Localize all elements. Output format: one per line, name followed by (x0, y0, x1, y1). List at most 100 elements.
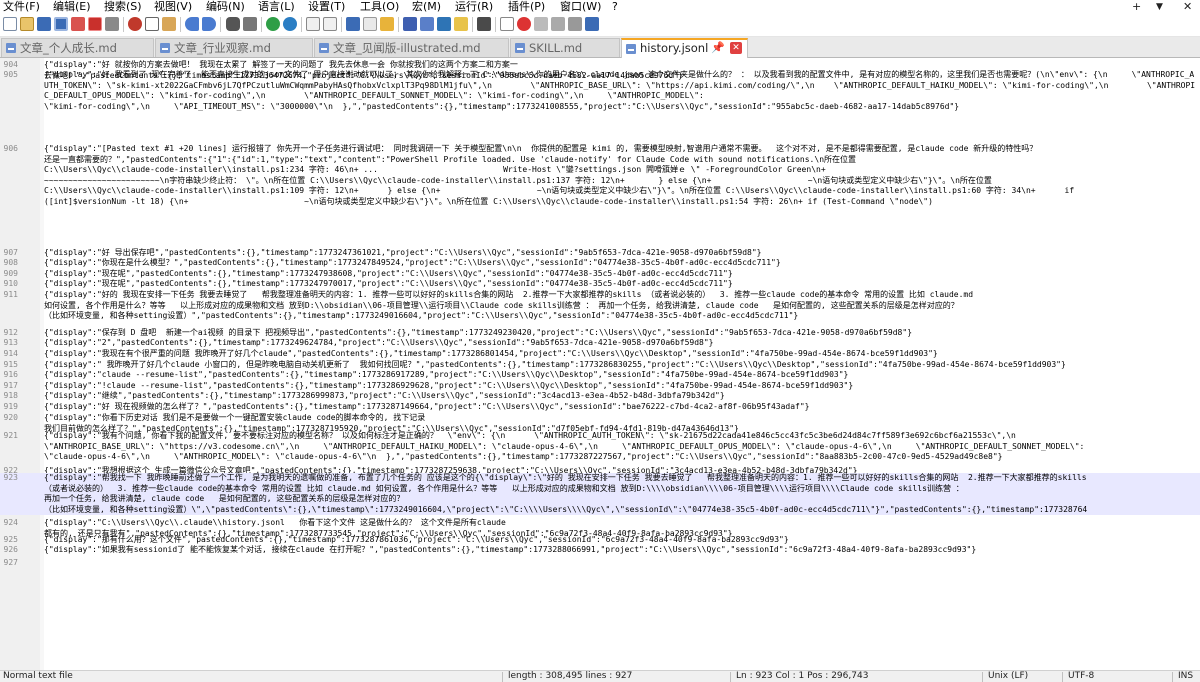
tab-file-4[interactable]: SKILL.md (510, 38, 620, 57)
line-number: 925 (3, 535, 18, 544)
replace-icon[interactable] (243, 17, 257, 31)
copy-icon[interactable] (145, 17, 159, 31)
editor-line[interactable]: 923 {"display":"帮我找一下 我昨晚睡前还做了一个工作, 是为我明天… (0, 473, 1200, 515)
tab-file-2[interactable]: 文章_行业观察.md (155, 38, 313, 57)
menu-plugins[interactable]: 插件(P) (508, 0, 545, 14)
paste-icon[interactable] (162, 17, 176, 31)
line-text: {"display":"好 导出保存吧","pastedContents":{}… (44, 248, 762, 257)
menu-encoding[interactable]: 编码(N) (206, 0, 245, 14)
toolbar-separator (472, 17, 473, 32)
line-number: 912 (3, 328, 18, 337)
open-file-icon[interactable] (20, 17, 34, 31)
editor-area[interactable]: 904 {"display":"好 就按你的方案去做吧！ 我现在太累了 解签了一天… (0, 58, 1200, 670)
line-text (44, 558, 1196, 568)
save-icon[interactable] (585, 17, 599, 31)
line-text: {"display":"帮我找一下 我昨晚睡前还做了一个工作, 是为我明天的遗嘱… (44, 473, 1088, 514)
zoom-out-icon[interactable] (283, 17, 297, 31)
editor-line[interactable]: 907 {"display":"好 导出保存吧","pastedContents"… (0, 248, 1200, 258)
file-icon (160, 43, 170, 53)
cut-icon[interactable] (128, 17, 142, 31)
doc-map-icon[interactable] (420, 17, 434, 31)
sync-v-icon[interactable] (306, 17, 320, 31)
editor-line[interactable]: 919 {"display":"好 现在视频做的怎么样了？","pastedCon… (0, 402, 1200, 412)
editor-line[interactable]: 914 {"display":"我现在有个很严重的问题 我昨晚开了好几个claud… (0, 349, 1200, 359)
pin-icon[interactable]: 📌 (711, 40, 725, 56)
menu-macro[interactable]: 宏(M) (412, 0, 441, 14)
menu-run[interactable]: 运行(R) (455, 0, 493, 14)
toolbar-separator (495, 17, 496, 32)
menu-language[interactable]: 语言(L) (258, 0, 295, 14)
editor-line[interactable]: 926 {"display":"如果我有sessionid了 能不能恢复某个对话,… (0, 545, 1200, 555)
record-macro-icon[interactable] (500, 17, 514, 31)
tab-file-active[interactable]: history.jsonl 📌 ✕ (621, 38, 748, 58)
monitor-icon[interactable] (477, 17, 491, 31)
play-multi-icon[interactable] (551, 17, 565, 31)
add-tab-icon[interactable]: + (1132, 0, 1141, 14)
editor-line[interactable]: 905 {"display":"好 我看到了 现在完善了 能否直接生成对的json… (0, 70, 1200, 132)
play-macro-icon[interactable] (534, 17, 548, 31)
chevron-down-icon[interactable]: ▼ (1156, 0, 1163, 14)
line-number: 914 (3, 349, 18, 358)
editor-line[interactable]: 915 {"display":" 我昨晚开了好几个claude 小窗口的, 但是昨… (0, 360, 1200, 370)
line-number: 916 (3, 370, 18, 379)
menu-help[interactable]: ? (612, 0, 618, 14)
close-icon[interactable]: ✕ (1183, 0, 1192, 14)
save-all-icon[interactable] (54, 17, 68, 31)
encoding[interactable]: UTF-8 (1068, 671, 1094, 682)
tab-file-3[interactable]: 文章_见闻版-illustrated.md (314, 38, 509, 57)
editor-line[interactable]: 911 {"display":"好的 我现在安排一下任务 我要去睡觉了 帮我整理准… (0, 290, 1200, 322)
editor-line[interactable]: 908 {"display":"你现在是什么模型？","pastedContent… (0, 258, 1200, 268)
editor-line[interactable]: 912 {"display":"保存到 D 盘吧 新建一个ai视频 的目录下 把视… (0, 328, 1200, 338)
close-icon[interactable] (71, 17, 85, 31)
menu-file[interactable]: 文件(F) (3, 0, 40, 14)
word-wrap-icon[interactable] (346, 17, 360, 31)
editor-line[interactable]: 918 {"display":"继续","pastedContents":{},"… (0, 391, 1200, 401)
menu-settings[interactable]: 设置(T) (308, 0, 345, 14)
function-list-icon[interactable] (437, 17, 451, 31)
editor-line[interactable]: 913 {"display":"2","pastedContents":{},"t… (0, 338, 1200, 348)
folder-workspace-icon[interactable] (454, 17, 468, 31)
file-icon (319, 43, 329, 53)
save-icon[interactable] (37, 17, 51, 31)
find-icon[interactable] (226, 17, 240, 31)
save-macro-icon[interactable] (568, 17, 582, 31)
zoom-in-icon[interactable] (266, 17, 280, 31)
line-text: {"display":"2","pastedContents":{},"time… (44, 338, 714, 347)
menu-tools[interactable]: 工具(O) (360, 0, 399, 14)
editor-line[interactable]: 910 {"display":"现在呢","pastedContents":{},… (0, 279, 1200, 289)
insert-mode[interactable]: INS (1178, 671, 1193, 682)
menu-search[interactable]: 搜索(S) (104, 0, 142, 14)
editor-line[interactable]: 916 {"display":"claude --resume-list","pa… (0, 370, 1200, 380)
line-number: 919 (3, 402, 18, 411)
tab-file-1[interactable]: 文章_个人成长.md (1, 38, 154, 57)
editor-line[interactable]: 925 {"display":"那有什么用？这个文件","pastedConten… (0, 535, 1200, 545)
line-text: {"display":"那有什么用？这个文件","pastedContents"… (44, 535, 789, 544)
line-text: {"display":"!claude --resume-list","past… (44, 381, 854, 390)
eol-mode[interactable]: Unix (LF) (988, 671, 1028, 682)
editor-line[interactable]: 917 {"display":"!claude --resume-list","p… (0, 381, 1200, 391)
stop-record-icon[interactable] (517, 17, 531, 31)
udl-icon[interactable] (403, 17, 417, 31)
close-tab-icon[interactable]: ✕ (730, 42, 742, 54)
menu-window[interactable]: 窗口(W) (560, 0, 601, 14)
file-icon (626, 44, 636, 54)
line-text: {"display":"如果我有sessionid了 能不能恢复某个对话, 接续… (44, 545, 977, 554)
print-icon[interactable] (105, 17, 119, 31)
undo-icon[interactable] (185, 17, 199, 31)
menu-bar: 文件(F) 编辑(E) 搜索(S) 视图(V) 编码(N) 语言(L) 设置(T… (0, 0, 1200, 14)
editor-line[interactable]: 906 {"display":"[Pasted text #1 +20 lines… (0, 144, 1200, 206)
close-all-icon[interactable] (88, 17, 102, 31)
line-number: 907 (3, 248, 18, 257)
redo-icon[interactable] (202, 17, 216, 31)
menu-edit[interactable]: 编辑(E) (53, 0, 91, 14)
toolbar-separator (261, 17, 262, 32)
indent-guide-icon[interactable] (380, 17, 394, 31)
editor-line[interactable]: 921 {"display":"我有个问题, 你看下我的配置文件, 要不要标注对应… (0, 431, 1200, 463)
sync-h-icon[interactable] (323, 17, 337, 31)
line-text: {"display":"claude --resume-list","paste… (44, 370, 849, 379)
menu-view[interactable]: 视图(V) (154, 0, 192, 14)
new-file-icon[interactable] (3, 17, 17, 31)
editor-line[interactable]: 909 {"display":"现在呢","pastedContents":{},… (0, 269, 1200, 279)
editor-line[interactable]: 927 (0, 558, 1200, 568)
show-all-icon[interactable] (363, 17, 377, 31)
